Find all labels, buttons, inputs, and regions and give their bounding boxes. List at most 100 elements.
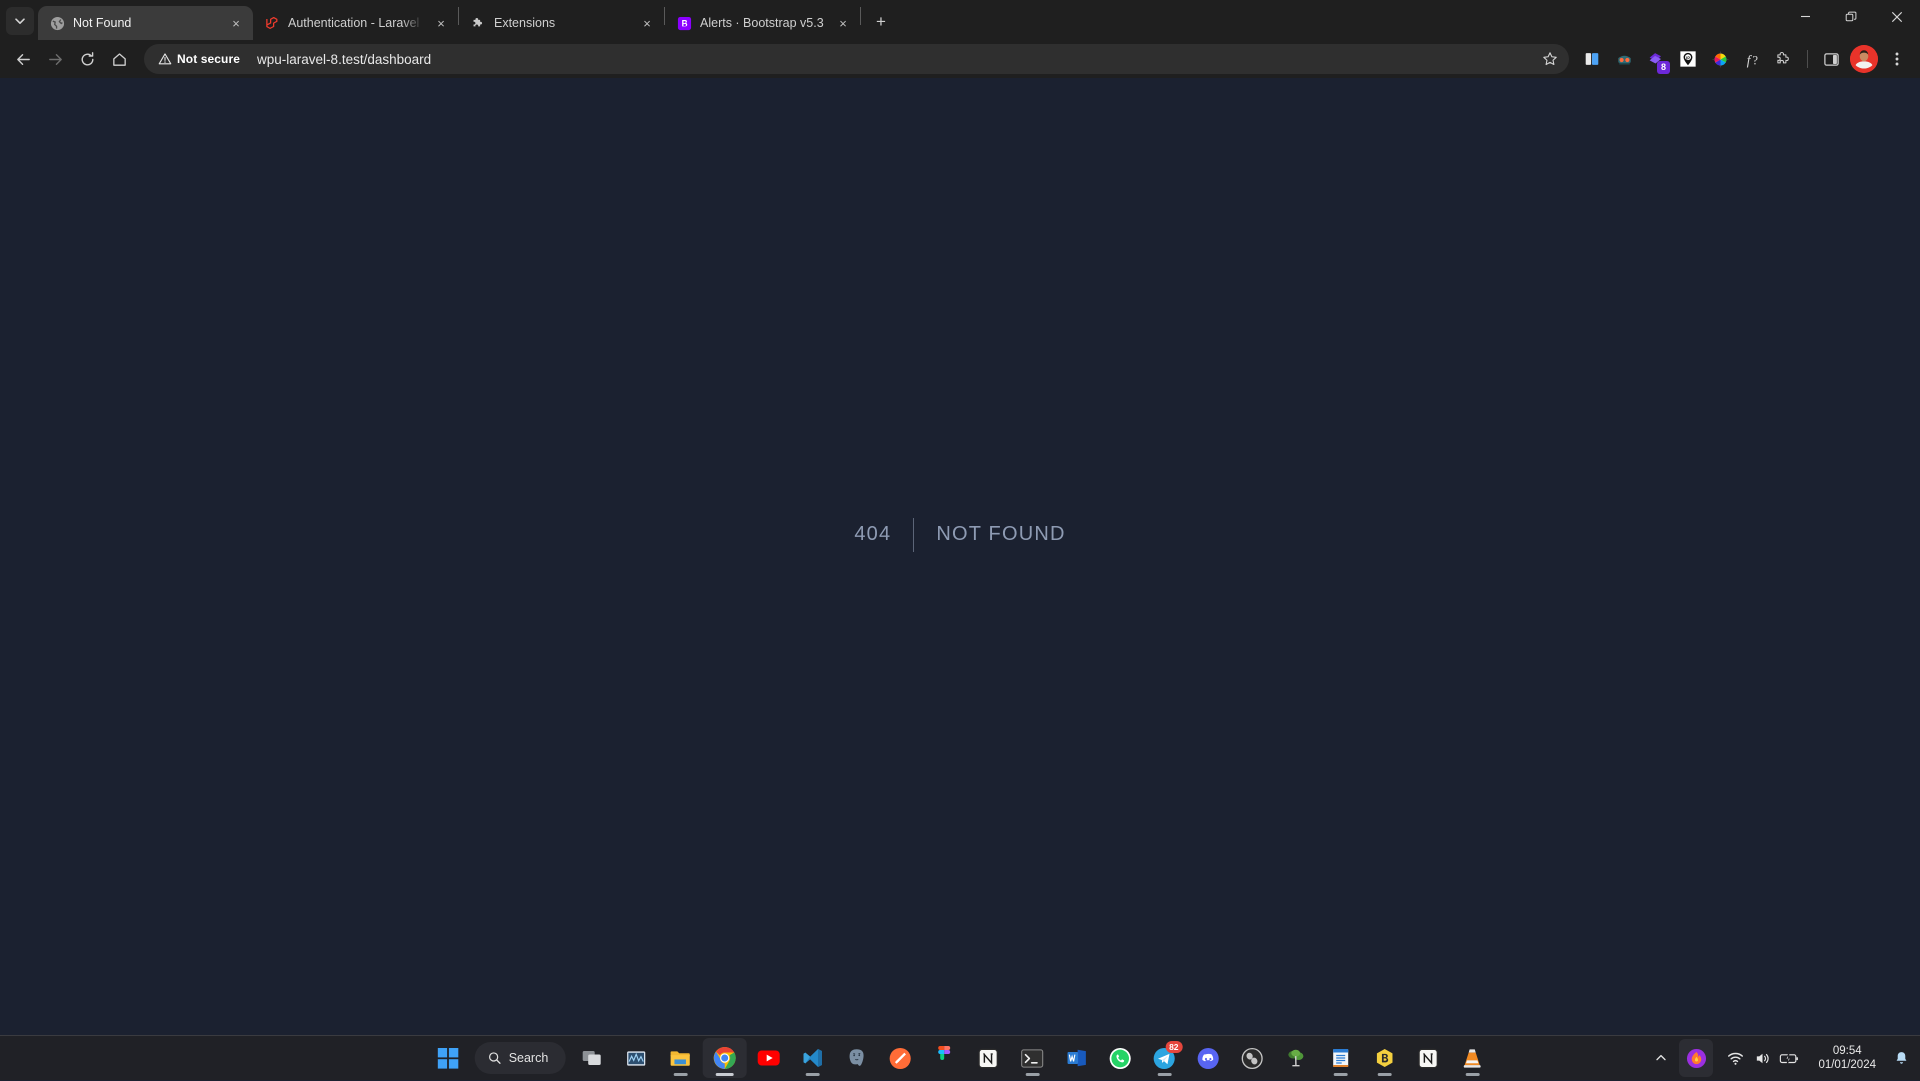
windows-logo-icon <box>437 1048 458 1069</box>
chrome-menu-button[interactable] <box>1882 44 1912 74</box>
tab-close-button[interactable]: × <box>638 14 656 32</box>
running-indicator <box>715 1073 733 1076</box>
security-label: Not secure <box>177 52 240 66</box>
taskbar-app-notion-2[interactable] <box>1406 1038 1450 1078</box>
toolbar-separator <box>1807 50 1808 68</box>
address-bar[interactable]: Not secure wpu-laravel-8.test/dashboard <box>144 44 1569 74</box>
taskbar-app-telegram[interactable]: 82 <box>1142 1038 1186 1078</box>
running-indicator <box>1025 1073 1039 1076</box>
extension-purple-badge[interactable]: 8 <box>1641 44 1671 74</box>
notepad-icon <box>1330 1047 1350 1069</box>
taskbar-app-obs[interactable] <box>1230 1038 1274 1078</box>
svg-text:IP: IP <box>1686 55 1690 60</box>
taskbar-app-notepad[interactable] <box>1318 1038 1362 1078</box>
postman-icon <box>889 1047 912 1070</box>
close-button[interactable] <box>1874 0 1920 33</box>
arrow-right-icon <box>47 51 64 68</box>
whatsapp-icon <box>1109 1047 1132 1070</box>
taskbar-app-figma[interactable] <box>922 1038 966 1078</box>
taskbar-app-vscode[interactable] <box>790 1038 834 1078</box>
running-indicator <box>1157 1073 1171 1076</box>
notion-icon <box>1418 1048 1439 1069</box>
tab-close-button[interactable]: × <box>834 14 852 32</box>
vlc-cone-icon <box>1462 1047 1483 1070</box>
bell-icon <box>1893 1050 1910 1067</box>
beekeeper-icon <box>1373 1047 1395 1069</box>
taskbar-app-discord[interactable] <box>1186 1038 1230 1078</box>
taskbar-app-whatsapp[interactable] <box>1098 1038 1142 1078</box>
taskbar-app-youtube[interactable] <box>746 1038 790 1078</box>
extension-font-finder[interactable]: f ? <box>1737 44 1767 74</box>
minimize-button[interactable] <box>1782 0 1828 33</box>
back-button[interactable] <box>8 44 38 74</box>
extensions-puzzle-icon <box>1775 50 1793 68</box>
tab-alerts-bootstrap[interactable]: Alerts · Bootstrap v5.3 × <box>665 6 860 40</box>
postgresql-icon <box>845 1047 867 1069</box>
reload-icon <box>79 51 96 68</box>
restore-button[interactable] <box>1828 0 1874 33</box>
obs-icon <box>1241 1047 1264 1070</box>
chevron-down-icon <box>14 15 26 27</box>
puzzle-icon <box>470 15 486 31</box>
taskbar-app-notion[interactable] <box>966 1038 1010 1078</box>
wifi-icon[interactable] <box>1722 1041 1748 1075</box>
tab-close-button[interactable]: × <box>432 14 450 32</box>
clock-date: 01/01/2024 <box>1818 1058 1876 1072</box>
tab-close-button[interactable]: × <box>227 14 245 32</box>
browser-window: Not Found × Authentication - Laravel 8.x… <box>0 0 1920 1035</box>
taskbar-search[interactable]: Search <box>475 1042 566 1074</box>
tab-separator <box>860 7 861 25</box>
error-container: 404 NOT FOUND <box>854 518 1065 552</box>
extension-badge-count: 8 <box>1657 61 1670 74</box>
taskbar-app-beekeeper[interactable] <box>1362 1038 1406 1078</box>
forward-button[interactable] <box>40 44 70 74</box>
new-tab-button[interactable]: + <box>867 8 895 36</box>
tree-icon <box>1285 1047 1308 1070</box>
tab-search-button[interactable] <box>6 7 34 35</box>
running-indicator <box>1333 1073 1347 1076</box>
tray-overflow-button[interactable] <box>1648 1041 1674 1075</box>
security-badge[interactable]: Not secure <box>150 47 249 71</box>
extension-wappalyzer[interactable] <box>1609 44 1639 74</box>
taskbar-app-terminal[interactable] <box>1010 1038 1054 1078</box>
battery-charging-icon[interactable] <box>1776 1041 1802 1075</box>
tab-title: Not Found <box>73 6 219 40</box>
tray-quick-settings[interactable] <box>1718 1041 1806 1075</box>
side-panel-button[interactable] <box>1816 44 1846 74</box>
bookmark-button[interactable] <box>1537 46 1563 72</box>
extensions-menu-button[interactable] <box>1769 44 1799 74</box>
url-text[interactable]: wpu-laravel-8.test/dashboard <box>257 52 1537 67</box>
taskbar-app-chrome[interactable] <box>702 1038 746 1078</box>
taskbar-app-vlc[interactable] <box>1450 1038 1494 1078</box>
start-button[interactable] <box>426 1038 470 1078</box>
home-button[interactable] <box>104 44 134 74</box>
running-indicator <box>1465 1073 1479 1076</box>
volume-icon[interactable] <box>1749 1041 1775 1075</box>
taskbar-app-task-manager[interactable] <box>614 1038 658 1078</box>
search-icon <box>488 1051 502 1065</box>
tray-hidden-app[interactable] <box>1679 1039 1713 1077</box>
reload-button[interactable] <box>72 44 102 74</box>
taskbar-app-postgresql[interactable] <box>834 1038 878 1078</box>
taskbar-app-file-explorer[interactable] <box>658 1038 702 1078</box>
taskbar-app-sequel[interactable] <box>1274 1038 1318 1078</box>
extension-reading-list[interactable] <box>1577 44 1607 74</box>
taskbar-app-word[interactable] <box>1054 1038 1098 1078</box>
star-icon <box>1542 51 1558 67</box>
tab-extensions[interactable]: Extensions × <box>459 6 664 40</box>
taskbar-app-postman[interactable] <box>878 1038 922 1078</box>
extension-color-picker[interactable] <box>1705 44 1735 74</box>
error-divider <box>913 518 914 552</box>
kebab-menu-icon <box>1889 51 1905 67</box>
page-viewport: 404 NOT FOUND <box>0 78 1920 1035</box>
profile-avatar[interactable] <box>1850 45 1878 73</box>
notification-bell-button[interactable] <box>1888 1041 1914 1075</box>
home-icon <box>111 51 128 68</box>
chevron-up-icon <box>1655 1052 1667 1064</box>
tab-authentication-laravel[interactable]: Authentication - Laravel 8.x - Th × <box>253 6 458 40</box>
error-message: NOT FOUND <box>936 523 1065 546</box>
task-view-button[interactable] <box>570 1038 614 1078</box>
taskbar-clock[interactable]: 09:54 01/01/2024 <box>1808 1038 1886 1078</box>
extension-ip-lookup[interactable]: IP <box>1673 44 1703 74</box>
tab-not-found[interactable]: Not Found × <box>38 6 253 40</box>
